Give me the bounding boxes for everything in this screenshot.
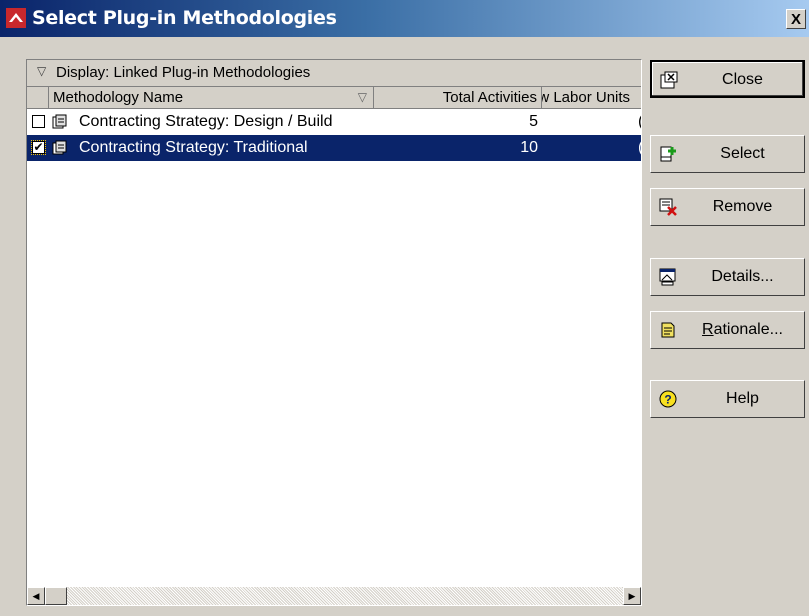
- rationale-button[interactable]: Rationale...: [650, 311, 805, 349]
- total-activities: 5: [529, 113, 538, 130]
- column-header-row: Methodology Name ▽ Total Activities ow L…: [27, 87, 641, 109]
- filter-icon[interactable]: ▽: [358, 87, 367, 108]
- close-button-label: Close: [722, 71, 763, 88]
- group-bar[interactable]: ▽ Display: Linked Plug-in Methodologies: [27, 60, 641, 87]
- column-header-methodology-name[interactable]: Methodology Name ▽: [49, 87, 374, 108]
- rationale-mnemonic: R: [702, 321, 714, 338]
- group-label: Display: Linked Plug-in Methodologies: [56, 64, 311, 81]
- methodology-icon: [52, 140, 67, 155]
- green-plus-icon: [660, 146, 676, 162]
- scroll-left-button[interactable]: ◀: [27, 587, 45, 605]
- details-icon: [659, 268, 676, 286]
- scroll-right-button[interactable]: ▶: [623, 587, 641, 605]
- details-button[interactable]: Details...: [650, 258, 805, 296]
- rationale-button-label: Rationale...: [681, 312, 804, 348]
- select-button[interactable]: Select: [650, 135, 805, 173]
- remove-button-label: Remove: [712, 198, 773, 215]
- table-row[interactable]: ✔ Contracting Strategy: Traditional 10 (: [27, 135, 641, 161]
- details-button-label: Details...: [711, 268, 774, 285]
- total-activities: 10: [520, 139, 538, 156]
- scroll-thumb[interactable]: [45, 587, 67, 605]
- close-button[interactable]: Close: [650, 60, 805, 98]
- row-checkbox[interactable]: [32, 115, 45, 128]
- methodology-name: Contracting Strategy: Design / Build: [79, 113, 333, 130]
- title-bar: Select Plug-in Methodologies X: [0, 0, 809, 37]
- column-header-checkbox[interactable]: [27, 87, 49, 108]
- horizontal-scrollbar[interactable]: ◀ ▶: [27, 587, 641, 605]
- methodology-icon: [52, 114, 67, 129]
- methodology-grid: ▽ Display: Linked Plug-in Methodologies …: [26, 59, 642, 606]
- question-mark-icon: ?: [659, 390, 677, 408]
- column-header-label: Methodology Name: [53, 89, 184, 106]
- chevron-down-icon[interactable]: ▽: [37, 64, 46, 78]
- rationale-label-rest: ationale...: [713, 321, 783, 338]
- labor-units: (: [638, 135, 641, 161]
- window-title: Select Plug-in Methodologies: [32, 7, 337, 29]
- column-header-labor-units[interactable]: ow Labor Units: [542, 87, 641, 108]
- help-button[interactable]: ? Help: [650, 380, 805, 418]
- table-row[interactable]: Contracting Strategy: Design / Build 5 (: [27, 109, 641, 135]
- labor-units: (: [638, 109, 641, 135]
- row-checkbox[interactable]: ✔: [31, 140, 46, 155]
- column-header-total-activities[interactable]: Total Activities: [374, 87, 542, 108]
- red-x-icon: [659, 198, 677, 216]
- remove-button[interactable]: Remove: [650, 188, 805, 226]
- document-icon: [661, 322, 675, 338]
- select-button-label: Select: [720, 145, 765, 162]
- window-close-button[interactable]: X: [786, 9, 806, 29]
- svg-text:?: ?: [664, 393, 671, 407]
- methodology-app-icon: [6, 8, 26, 28]
- help-button-label: Help: [726, 390, 759, 407]
- close-icon: [660, 71, 678, 89]
- methodology-name: Contracting Strategy: Traditional: [79, 139, 308, 156]
